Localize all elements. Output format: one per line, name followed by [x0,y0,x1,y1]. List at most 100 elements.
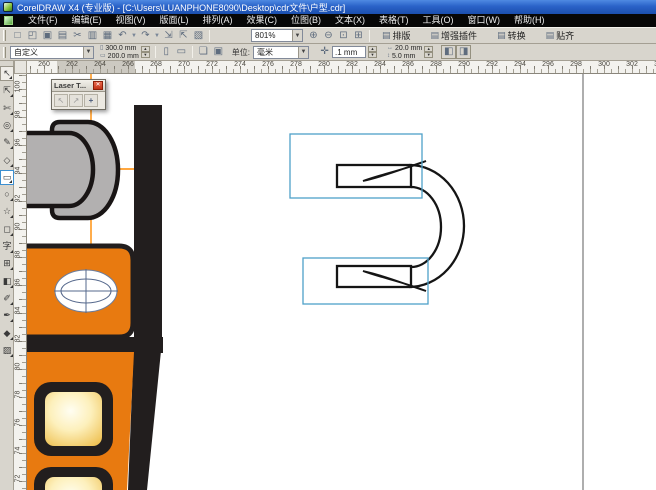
chevron-down-icon[interactable]: ▼ [83,47,93,58]
clip-outer-arc[interactable] [409,165,464,287]
menu-item[interactable]: 编辑(E) [65,14,109,27]
portrait-button[interactable]: ▯ [159,45,174,59]
zoom-out-icon[interactable]: ⊖ [321,29,336,43]
toolbox-rectangle-tool[interactable]: ▭ [0,170,14,185]
import-icon[interactable]: ⇲ [161,29,176,43]
menu-item[interactable]: 位图(B) [284,14,328,27]
export-icon[interactable]: ⇱ [176,29,191,43]
laser-toolbar-title: Laser T... [54,81,86,90]
paper-preset-combo[interactable]: 自定义 ▼ [10,46,94,59]
menu-item[interactable]: 窗口(W) [461,14,508,27]
toolbox-shape-tool[interactable]: ⇱ [0,83,14,98]
save-icon[interactable]: ▣ [40,29,55,43]
贴齐-button[interactable]: ▤贴齐 [541,27,580,44]
cut-icon[interactable]: ✂ [70,29,85,43]
chevron-down-icon[interactable]: ▼ [298,47,308,58]
units-value: 毫米 [257,47,273,58]
clip-inner-arc[interactable] [411,187,441,267]
toolbox-basic-shapes-tool[interactable]: ◻ [0,222,14,237]
zoom-page-icon[interactable]: ⊞ [351,29,366,43]
canvas[interactable] [27,74,656,490]
all-pages-button[interactable]: ❏ [196,45,211,59]
redo-list-icon[interactable]: ▼ [153,29,161,43]
snap-options-button[interactable]: ◨ [456,45,471,59]
menu-item[interactable]: 视图(V) [109,14,153,27]
paper-size-stepper[interactable]: ▲▼ [141,46,150,58]
app-launcher-icon[interactable]: ▧ [191,29,206,43]
earpiece-inner-shape[interactable] [27,133,93,206]
toolbox-fill-tool[interactable]: ◆ [0,326,14,341]
paste-icon[interactable]: ▦ [100,29,115,43]
nudge-stepper[interactable]: ▲▼ [368,46,377,58]
paper-height-field[interactable]: ▭200.0 mm [100,53,139,60]
keypad-button[interactable] [45,477,102,490]
toolbox-interactive-fill-tool[interactable]: ▨ [0,343,14,358]
排版-label: 排版 [393,29,411,42]
toolbox-interactive-blend-tool[interactable]: ◧ [0,274,14,289]
new-icon[interactable]: □ [10,29,25,43]
print-icon[interactable]: ▤ [55,29,70,43]
laser-toolbar-titlebar[interactable]: Laser T... ✕ [52,80,105,92]
toolbox-crop-tool[interactable]: ✄ [0,101,14,116]
ruler-number: 290 [458,61,470,68]
undo-icon[interactable]: ↶ [115,29,130,43]
menu-item[interactable]: 工具(O) [416,14,461,27]
duplicate-x-field[interactable]: ↔20.0 mm [387,45,422,52]
ruler-number: 266 [122,61,134,68]
toolbar-grab-handle[interactable] [3,47,6,58]
toolbox-polygon-tool[interactable]: ☆ [0,204,14,219]
toolbox-freehand-tool[interactable]: ✎ [0,135,14,150]
toolbox-table-tool[interactable]: ⊞ [0,256,14,271]
paper-width-icon: ▯ [100,45,103,52]
toolbox-ellipse-tool[interactable]: ○ [0,187,14,202]
toolbox-zoom-tool[interactable]: ◎ [0,118,14,133]
menu-item[interactable]: 帮助(H) [507,14,552,27]
title-bar[interactable]: CorelDRAW X4 (专业版) - [C:\Users\LUANPHONE… [0,0,656,14]
toolbox-text-tool[interactable]: 字 [0,239,14,254]
redo-icon[interactable]: ↷ [138,29,153,43]
close-icon[interactable]: ✕ [93,81,103,90]
document-icon[interactable] [4,16,13,25]
paper-width-field[interactable]: ▯300.0 mm [100,45,139,52]
toolbox-pick-tool[interactable]: ↖ [0,66,14,81]
转换-button[interactable]: ▤转换 [492,27,531,44]
nudge-offset-field[interactable]: .1 mm [332,46,366,58]
chevron-down-icon[interactable]: ▼ [292,30,302,41]
zoom-in-icon[interactable]: ⊕ [306,29,321,43]
排版-button[interactable]: ▤排版 [377,27,416,44]
laser-tool-button-3[interactable]: + [84,94,98,107]
ruler-number: 294 [514,61,526,68]
units-combo[interactable]: 毫米 ▼ [253,46,309,59]
zoom-selection-icon[interactable]: ⊡ [336,29,351,43]
open-icon[interactable]: ◰ [25,29,40,43]
copy-icon[interactable]: ▥ [85,29,100,43]
menu-item[interactable]: 表格(T) [372,14,416,27]
keypad-button[interactable] [45,392,102,446]
menu-item[interactable]: 版面(L) [153,14,196,27]
ruler-origin[interactable] [14,61,27,74]
clip-bottom-bar[interactable] [337,266,411,287]
vertical-ruler[interactable]: 1009896949290888684828078767472 [14,74,27,490]
toolbox-eyedropper-tool[interactable]: ✐ [0,291,14,306]
laser-tool-button-1[interactable]: ↖ [54,94,68,107]
plugin-icon: ▤ [431,30,440,41]
clip-top-bar[interactable] [337,165,411,187]
duplicate-stepper[interactable]: ▲▼ [424,46,433,58]
menu-item[interactable]: 文本(X) [328,14,372,27]
laser-tool-button-2[interactable]: ↗ [69,94,83,107]
landscape-button[interactable]: ▭ [174,45,189,59]
duplicate-y-field[interactable]: ↕5.0 mm [387,53,422,60]
menu-item[interactable]: 效果(C) [240,14,285,27]
horizontal-ruler[interactable]: 2582602622642662682702722742762782802822… [27,61,656,74]
treat-as-filled-button[interactable]: ◧ [441,45,456,59]
toolbox-smart-fill-tool[interactable]: ◇ [0,153,14,168]
c-clip-group[interactable] [337,161,464,291]
menu-item[interactable]: 排列(A) [196,14,240,27]
current-page-button[interactable]: ▣ [211,45,226,59]
menu-item[interactable]: 文件(F) [21,14,65,27]
toolbox-outline-tool[interactable]: ✒ [0,308,14,323]
zoom-level-combo[interactable]: 801% ▼ [251,29,303,42]
toolbar-grab-handle[interactable] [3,30,6,41]
增强插件-button[interactable]: ▤增强插件 [426,27,483,44]
undo-list-icon[interactable]: ▼ [130,29,138,43]
